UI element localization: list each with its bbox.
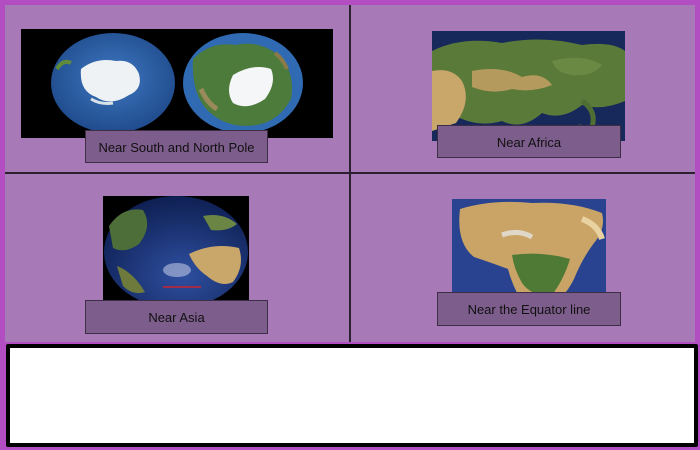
option-button-2[interactable]: Near Africa bbox=[437, 125, 621, 158]
option-label-3: Near Asia bbox=[148, 310, 205, 325]
africa-map-image[interactable] bbox=[452, 199, 606, 302]
grid-divider-vertical bbox=[349, 5, 351, 342]
answer-drop-area[interactable] bbox=[6, 344, 698, 447]
option-label-2: Near Africa bbox=[496, 135, 562, 150]
option-label-1: Near South and North Pole bbox=[98, 140, 255, 155]
atlantic-globe-image[interactable] bbox=[103, 196, 249, 300]
option-button-4[interactable]: Near the Equator line bbox=[437, 292, 621, 326]
option-button-1[interactable]: Near South and North Pole bbox=[85, 130, 268, 163]
polar-globes-image[interactable] bbox=[21, 29, 333, 138]
option-label-4: Near the Equator line bbox=[467, 302, 591, 317]
option-button-3[interactable]: Near Asia bbox=[85, 300, 268, 334]
game-stage: Near South and North Pole Near Africa Ne… bbox=[0, 0, 700, 450]
